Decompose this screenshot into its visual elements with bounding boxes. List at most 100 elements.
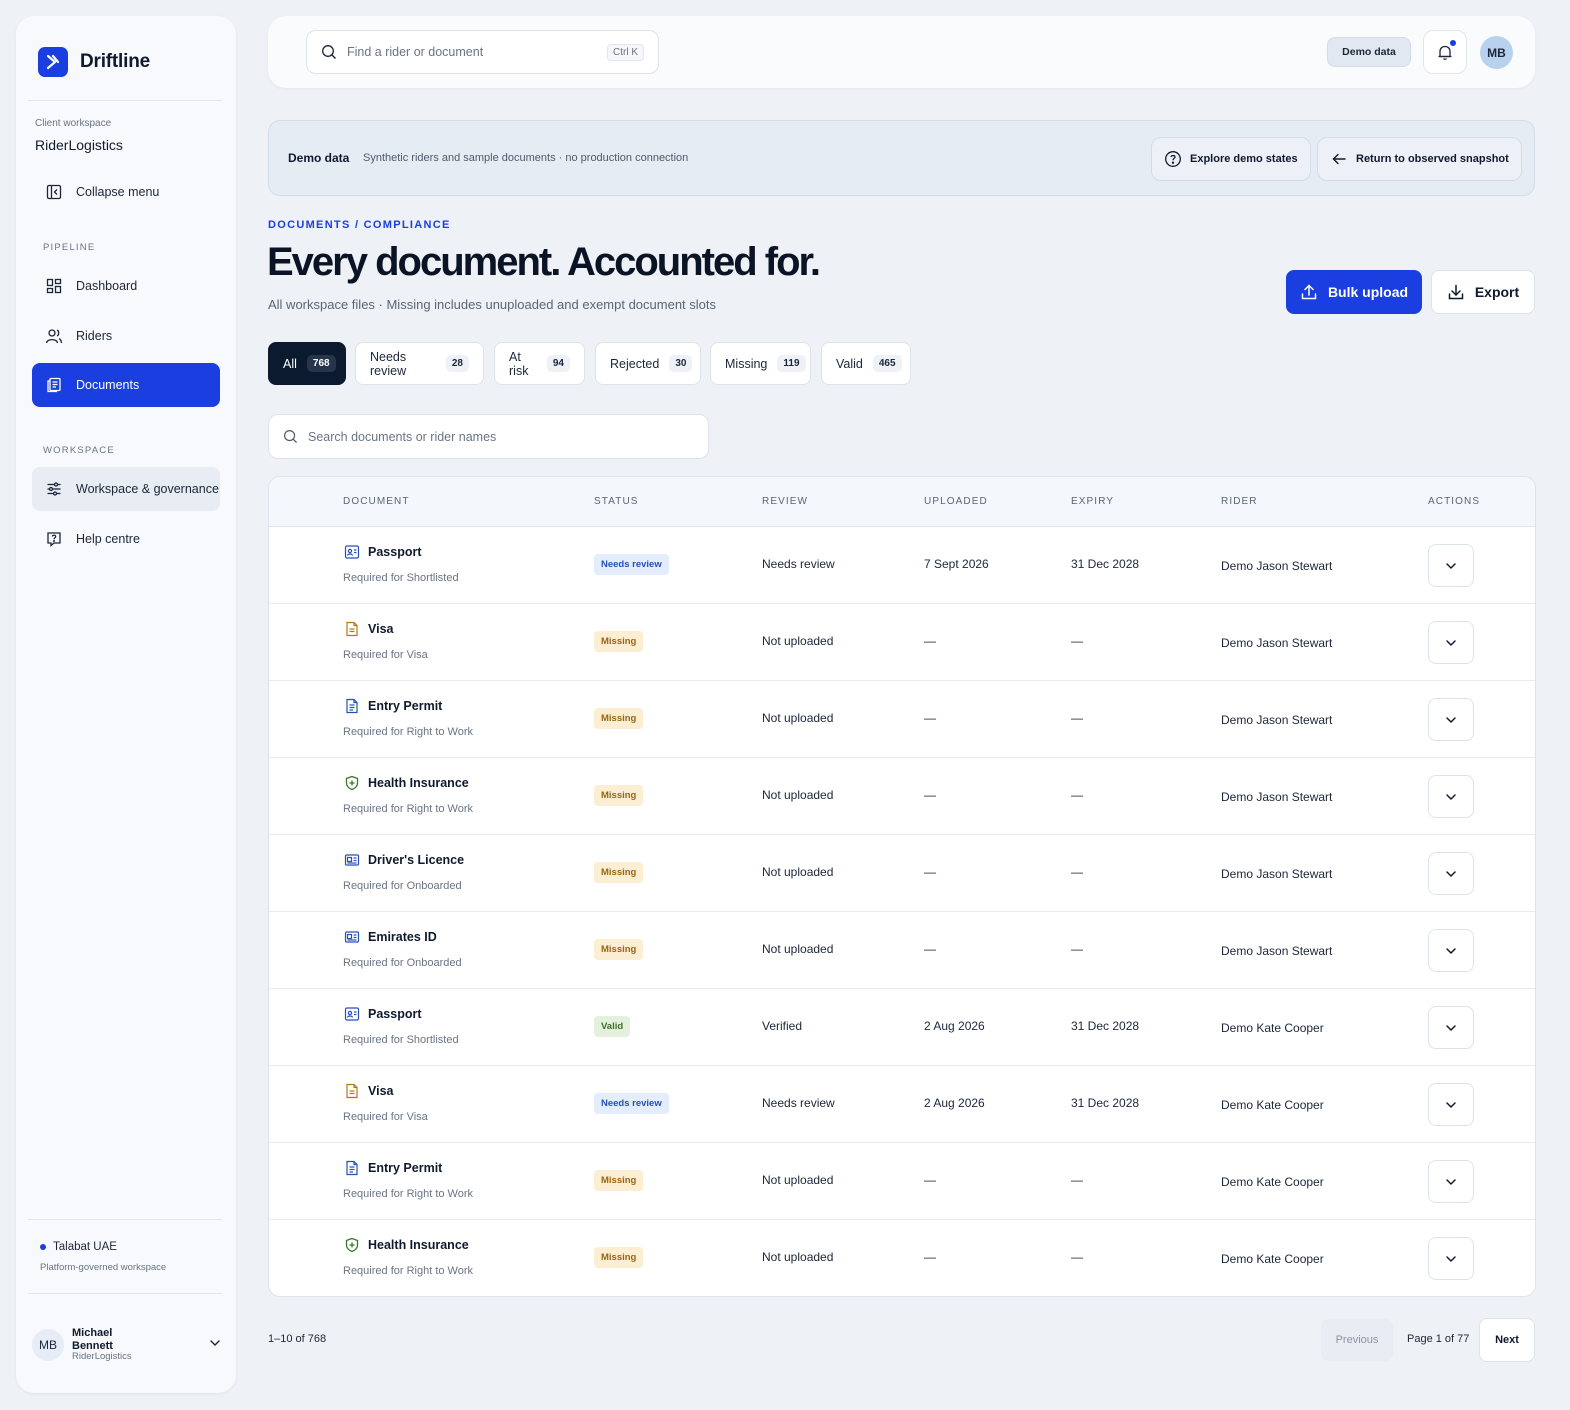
column-header-uploaded[interactable]: UPLOADED [924,496,988,507]
row-actions-button[interactable] [1428,1237,1474,1280]
global-search[interactable]: Ctrl K [306,30,659,74]
document-name[interactable]: Emirates ID [368,930,437,944]
rider-name[interactable]: Demo Jason Stewart [1221,944,1332,958]
sidebar-item-dashboard[interactable]: Dashboard [32,264,220,308]
sidebar-item-label: Help centre [76,532,140,546]
license-icon [344,929,360,945]
row-actions-button[interactable] [1428,621,1474,664]
column-header-document[interactable]: DOCUMENT [343,496,410,507]
filter-tab-needs-review[interactable]: Needs review 28 [355,342,484,385]
return-to-snapshot-button[interactable]: Return to observed snapshot [1317,137,1522,181]
uploaded-date: — [924,788,936,802]
status-badge: Missing [594,785,644,806]
status-badge: Missing [594,708,644,729]
bulk-upload-button[interactable]: Bulk upload [1286,270,1422,314]
document-name[interactable]: Passport [368,1007,422,1021]
banner-description: Synthetic riders and sample documents · … [363,152,689,164]
next-page-button[interactable]: Next [1479,1318,1535,1362]
review-status: Not uploaded [762,788,834,802]
table-row[interactable]: Visa Required for Visa Missing Not uploa… [269,604,1535,681]
table-row[interactable]: Health Insurance Required for Right to W… [269,1220,1535,1296]
document-requirement: Required for Shortlisted [343,572,459,584]
expiry-date: — [1071,788,1083,802]
row-actions-button[interactable] [1428,852,1474,895]
rider-name[interactable]: Demo Kate Cooper [1221,1175,1324,1189]
avatar: MB [32,1329,64,1361]
sidebar-item-workspace-governance[interactable]: Workspace & governance [32,467,220,511]
export-button[interactable]: Export [1431,270,1535,314]
filter-tab-rejected[interactable]: Rejected 30 [595,342,701,385]
bulk-upload-label: Bulk upload [1327,284,1409,300]
user-menu[interactable]: MB Michael Bennett RiderLogistics [32,1323,222,1367]
table-row[interactable]: Driver's Licence Required for Onboarded … [269,835,1535,912]
document-name[interactable]: Health Insurance [368,1238,469,1252]
rider-name[interactable]: Demo Jason Stewart [1221,713,1332,727]
sidebar-item-riders[interactable]: Riders [32,314,220,358]
filter-tab-valid[interactable]: Valid 465 [821,342,911,385]
document-requirement: Required for Onboarded [343,880,462,892]
table-row[interactable]: Visa Required for Visa Needs review Need… [269,1066,1535,1143]
filter-tab-missing[interactable]: Missing 119 [710,342,811,385]
collapse-menu-button[interactable]: Collapse menu [32,170,220,214]
sidebar-item-help-centre[interactable]: Help centre [32,517,220,561]
document-name[interactable]: Entry Permit [368,699,442,713]
row-actions-button[interactable] [1428,1160,1474,1203]
rider-name[interactable]: Demo Kate Cooper [1221,1252,1324,1266]
row-actions-button[interactable] [1428,544,1474,587]
filter-tab-all[interactable]: All 768 [268,342,346,385]
rider-name[interactable]: Demo Jason Stewart [1221,790,1332,804]
document-search[interactable] [268,414,709,459]
document-name[interactable]: Driver's Licence [368,853,464,867]
table-row[interactable]: Passport Required for Shortlisted Needs … [269,527,1535,604]
organization-info: Talabat UAE Platform-governed workspace [40,1241,166,1273]
previous-page-button[interactable]: Previous [1321,1319,1393,1361]
table-row[interactable]: Entry Permit Required for Right to Work … [269,681,1535,758]
keyboard-shortcut-hint: Ctrl K [607,43,644,61]
global-search-input[interactable] [347,45,597,59]
row-actions-button[interactable] [1428,929,1474,972]
row-actions-button[interactable] [1428,1006,1474,1049]
column-header-expiry[interactable]: EXPIRY [1071,496,1114,507]
document-requirement: Required for Right to Work [343,1265,474,1277]
table-row[interactable]: Emirates ID Required for Onboarded Missi… [269,912,1535,989]
table-row[interactable]: Entry Permit Required for Right to Work … [269,1143,1535,1220]
row-actions-button[interactable] [1428,775,1474,818]
brand[interactable]: Driftline [38,47,150,77]
demo-data-badge[interactable]: Demo data [1327,37,1411,67]
row-actions-button[interactable] [1428,1083,1474,1126]
rider-name[interactable]: Demo Jason Stewart [1221,636,1332,650]
document-name[interactable]: Health Insurance [368,776,469,790]
search-icon [321,44,337,60]
column-header-status[interactable]: STATUS [594,496,639,507]
row-actions-button[interactable] [1428,698,1474,741]
document-name[interactable]: Visa [368,1084,394,1098]
rider-name[interactable]: Demo Kate Cooper [1221,1021,1324,1035]
filter-tab-at-risk[interactable]: At risk 94 [494,342,585,385]
sliders-icon [44,479,64,499]
chevron-down-icon [1444,1252,1458,1266]
avatar[interactable]: MB [1480,36,1513,69]
column-header-review[interactable]: REVIEW [762,496,808,507]
filter-tab-label: Rejected [610,356,660,371]
explore-demo-states-label: Explore demo states [1190,153,1298,165]
dashboard-icon [44,276,64,296]
rider-name[interactable]: Demo Jason Stewart [1221,867,1332,881]
breadcrumb[interactable]: DOCUMENTS / COMPLIANCE [268,219,451,231]
sidebar-item-documents[interactable]: Documents [32,363,220,407]
expiry-date: — [1071,634,1083,648]
user-name: Michael Bennett [72,1326,113,1352]
document-name[interactable]: Entry Permit [368,1161,442,1175]
table-row[interactable]: Passport Required for Shortlisted Valid … [269,989,1535,1066]
rider-name[interactable]: Demo Jason Stewart [1221,559,1332,573]
notifications-button[interactable] [1423,30,1467,74]
document-name[interactable]: Visa [368,622,394,636]
explore-demo-states-button[interactable]: Explore demo states [1151,137,1311,181]
document-name[interactable]: Passport [368,545,422,559]
uploaded-date: — [924,942,936,956]
rider-name[interactable]: Demo Kate Cooper [1221,1098,1324,1112]
expiry-date: — [1071,1250,1083,1264]
document-requirement: Required for Right to Work [343,1188,474,1200]
document-search-input[interactable] [308,429,694,444]
column-header-rider[interactable]: RIDER [1221,496,1258,507]
table-row[interactable]: Health Insurance Required for Right to W… [269,758,1535,835]
